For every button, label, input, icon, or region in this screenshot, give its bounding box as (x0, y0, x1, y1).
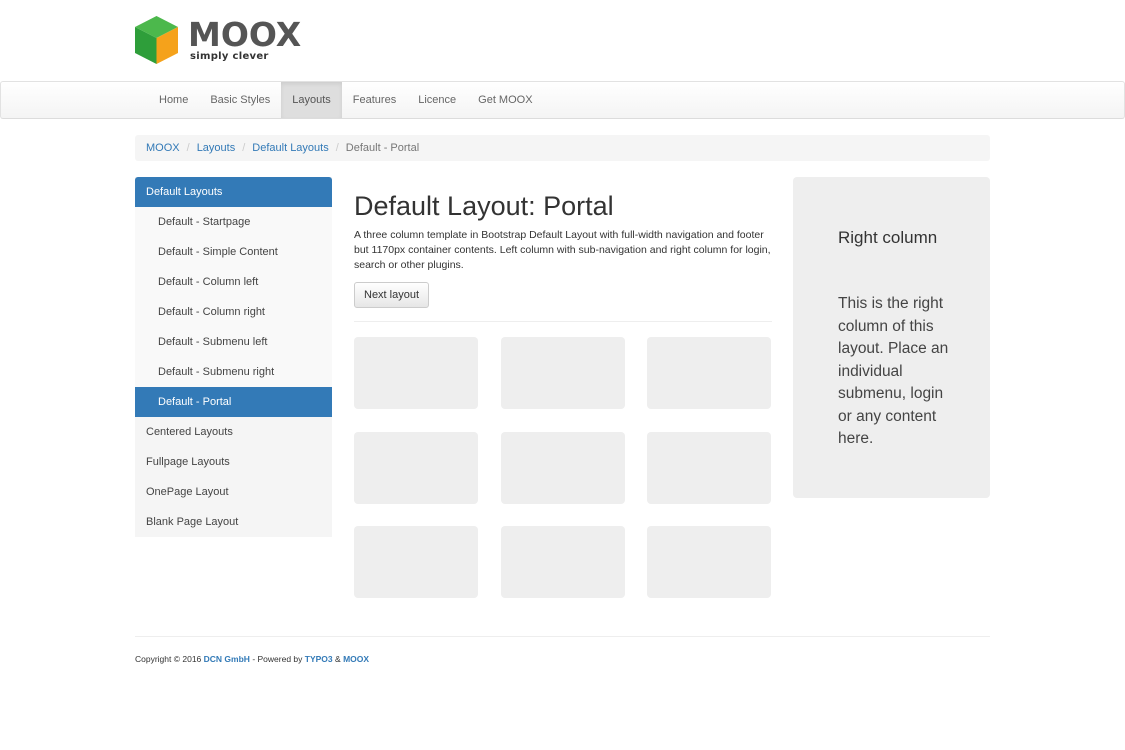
right-column-title: Right column (838, 228, 938, 247)
footer-ampersand: & (335, 654, 341, 664)
footer: Copyright © 2016 DCN GmbH - Powered by T… (135, 654, 369, 664)
sidebar-item-blank-page-layout[interactable]: Blank Page Layout (135, 507, 332, 537)
nav-item-basic-styles[interactable]: Basic Styles (199, 82, 281, 118)
breadcrumb: MOOX / Layouts / Default Layouts / Defau… (135, 135, 990, 161)
sidebar-subitem-submenu-right[interactable]: Default - Submenu right (135, 357, 332, 387)
placeholder-tile (354, 432, 478, 504)
placeholder-tile (647, 432, 771, 504)
sidebar-subitem-column-left[interactable]: Default - Column left (135, 267, 332, 297)
footer-link-moox[interactable]: MOOX (343, 654, 369, 664)
breadcrumb-current: Default - Portal (345, 142, 420, 154)
footer-copyright: Copyright © 2016 (135, 654, 202, 664)
right-column-text: This is the right column of this layout.… (838, 295, 949, 447)
footer-link-dcn[interactable]: DCN GmbH (204, 654, 250, 664)
main-nav: Home Basic Styles Layouts Features Licen… (148, 82, 544, 118)
breadcrumb-link-default-layouts[interactable]: Default Layouts (252, 142, 328, 154)
footer-link-typo3[interactable]: TYPO3 (305, 654, 333, 664)
site-header: MOOX simply clever (135, 14, 335, 66)
content-divider (354, 321, 772, 322)
nav-item-features[interactable]: Features (342, 82, 407, 118)
nav-item-home[interactable]: Home (148, 82, 199, 118)
cube-icon[interactable] (135, 16, 178, 64)
sidebar-subitem-simple-content[interactable]: Default - Simple Content (135, 237, 332, 267)
nav-item-get-moox[interactable]: Get MOOX (467, 82, 543, 118)
sidebar-subitem-portal[interactable]: Default - Portal (135, 387, 332, 417)
footer-divider (135, 636, 990, 637)
placeholder-tile (501, 526, 625, 598)
logo-wordmark[interactable]: MOOX (188, 16, 301, 54)
page-description: A three column template in Bootstrap Def… (354, 229, 771, 271)
breadcrumb-separator: / (242, 142, 246, 154)
sidebar-subitem-submenu-left[interactable]: Default - Submenu left (135, 327, 332, 357)
right-column-panel: Right column This is the right column of… (793, 177, 990, 498)
sidebar-item-centered-layouts[interactable]: Centered Layouts (135, 417, 332, 447)
placeholder-tile (501, 432, 625, 504)
footer-powered-by: - Powered by (252, 654, 303, 664)
placeholder-tile (647, 337, 771, 409)
breadcrumb-link-moox[interactable]: MOOX (146, 142, 180, 154)
sidebar-item-onepage-layout[interactable]: OnePage Layout (135, 477, 332, 507)
breadcrumb-separator: / (186, 142, 190, 154)
nav-item-licence[interactable]: Licence (407, 82, 467, 118)
breadcrumb-link-layouts[interactable]: Layouts (197, 142, 236, 154)
main-navbar: Home Basic Styles Layouts Features Licen… (0, 81, 1125, 119)
sidebar-subitem-startpage[interactable]: Default - Startpage (135, 207, 332, 237)
breadcrumb-separator: / (335, 142, 339, 154)
next-layout-button[interactable]: Next layout (354, 282, 430, 308)
sidebar-item-default-layouts[interactable]: Default Layouts (135, 177, 332, 207)
logo-tagline: simply clever (190, 51, 269, 62)
sidebar-subitem-column-right[interactable]: Default - Column right (135, 297, 332, 327)
sidebar-item-fullpage-layouts[interactable]: Fullpage Layouts (135, 447, 332, 477)
placeholder-tile (354, 337, 478, 409)
page-title: Default Layout: Portal (354, 191, 614, 221)
placeholder-tile (501, 337, 625, 409)
sidebar-nav: Default Layouts Default - Startpage Defa… (135, 177, 332, 537)
placeholder-tile (354, 526, 478, 598)
nav-item-layouts[interactable]: Layouts (281, 82, 342, 118)
main-content: Default Layout: Portal A three column te… (354, 186, 772, 308)
placeholder-tile (647, 526, 771, 598)
